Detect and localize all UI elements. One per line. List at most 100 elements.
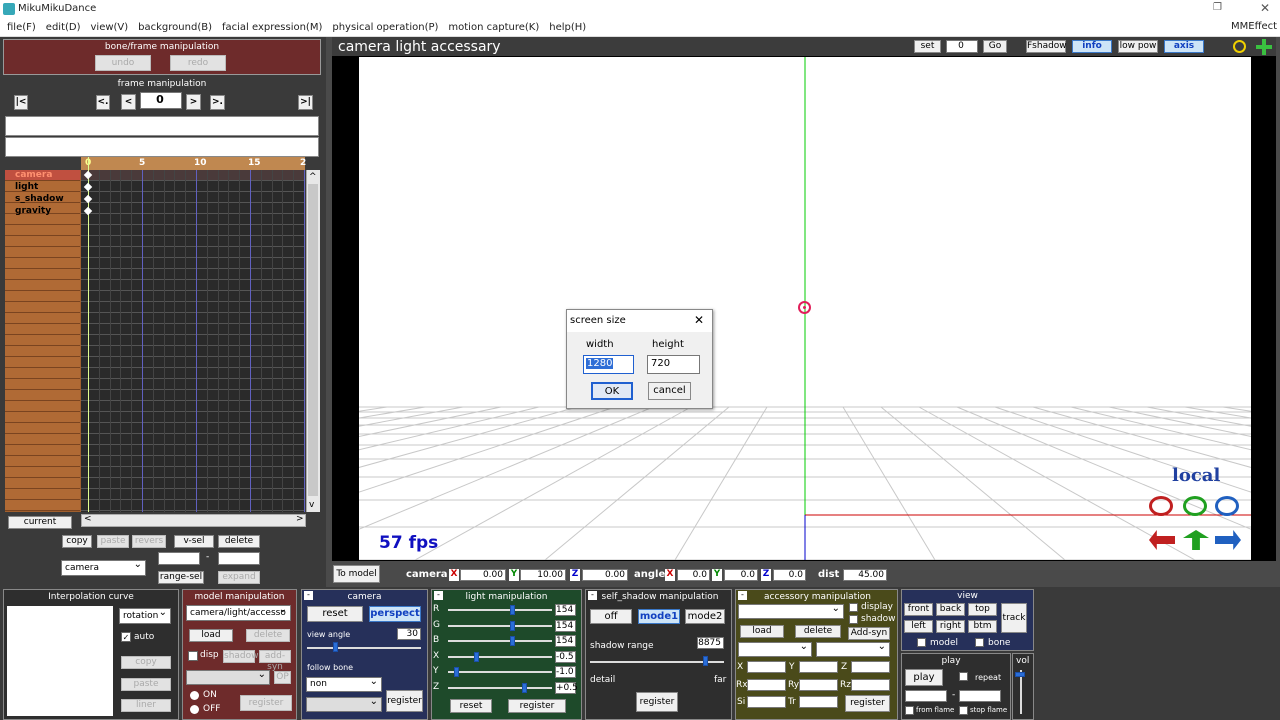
v-sel-button[interactable]: v-sel [174, 535, 214, 548]
off-radio[interactable] [190, 705, 199, 714]
range-end-input[interactable] [218, 552, 260, 565]
display-checkbox[interactable] [849, 603, 858, 612]
timeline-label-row[interactable] [5, 500, 80, 511]
acc-rx-input[interactable] [747, 679, 786, 691]
timeline-label-row[interactable] [5, 335, 80, 346]
volume-knob[interactable] [1015, 672, 1025, 677]
model-register-button[interactable]: register [240, 695, 292, 711]
model-delete-button[interactable]: delete [246, 629, 290, 642]
timeline-label-row[interactable] [5, 423, 80, 434]
light-b-knob[interactable] [510, 636, 515, 646]
go-button[interactable]: Go [983, 40, 1007, 53]
model-addsyn-button[interactable]: add-syn [259, 650, 291, 672]
current-button[interactable]: current [8, 516, 72, 529]
rotate-y-icon[interactable] [1183, 496, 1207, 516]
timeline-label-row[interactable] [5, 324, 80, 335]
repeat-checkbox[interactable] [959, 672, 968, 681]
timeline-label-row[interactable] [5, 236, 80, 247]
timeline-vthumb[interactable] [308, 184, 318, 496]
timeline-label-row[interactable] [5, 357, 80, 368]
view-right-button[interactable]: right [936, 620, 965, 633]
mode1-button[interactable]: mode1 [638, 609, 680, 624]
light-x-knob[interactable] [474, 651, 479, 662]
acc-x-input[interactable] [747, 661, 786, 673]
model-select[interactable]: camera/light/accesso [186, 603, 291, 621]
timeline-label-row[interactable] [5, 302, 80, 313]
model-load-button[interactable]: load [189, 629, 233, 642]
disp-checkbox[interactable] [188, 651, 198, 661]
interp-copy-button[interactable]: copy [121, 656, 171, 669]
light-reset-button[interactable]: reset [450, 699, 492, 713]
set-button[interactable]: set [914, 40, 941, 53]
camera-register-button[interactable]: register [386, 690, 423, 712]
light-y-input[interactable]: -1.0 [555, 666, 576, 678]
acc-delete-button[interactable]: delete [795, 625, 841, 638]
cam-z-input[interactable]: 0.00 [582, 569, 628, 581]
scroll-up-icon[interactable]: ^ [309, 172, 317, 182]
view-angle-input[interactable]: 30 [397, 628, 421, 640]
view-model-checkbox[interactable] [917, 638, 926, 647]
timeline-label-row[interactable] [5, 225, 80, 236]
go-frame-input[interactable]: 0 [946, 40, 978, 53]
revers-button[interactable]: revers [132, 535, 166, 548]
hscroll-right-icon[interactable]: > [296, 514, 304, 524]
height-input[interactable]: 720 [647, 355, 700, 374]
camera-center-target[interactable] [798, 301, 811, 314]
timeline-label-row[interactable] [5, 258, 80, 269]
op-button[interactable]: OP [274, 671, 291, 684]
camera-reset-button[interactable]: reset [307, 606, 363, 622]
timeline-label-row[interactable] [5, 379, 80, 390]
play-to-input[interactable] [959, 690, 1001, 702]
play-from-input[interactable] [905, 690, 947, 702]
acc-si-input[interactable] [747, 696, 786, 708]
light-g-input[interactable]: 154 [555, 619, 576, 632]
acc-z-input[interactable] [851, 661, 890, 673]
menu-item-4[interactable]: facial expression(M) [217, 19, 327, 36]
timeline-label-row[interactable] [5, 346, 80, 357]
angle-y-input[interactable]: 0.0 [724, 569, 758, 581]
cam-y-input[interactable]: 10.00 [520, 569, 566, 581]
light-z-input[interactable]: +0.5 [555, 681, 578, 694]
to-model-button[interactable]: To model [333, 565, 380, 583]
accessory-select[interactable] [738, 602, 844, 619]
info-button[interactable]: info [1072, 40, 1112, 53]
restore-button[interactable]: ❐ [1213, 2, 1222, 13]
timeline-label-row[interactable] [5, 412, 80, 423]
on-radio[interactable] [190, 691, 199, 700]
close-button[interactable]: ✕ [1260, 1, 1270, 15]
light-r-slider[interactable] [448, 609, 552, 611]
camera-select[interactable]: camera [61, 558, 146, 576]
model-op-select[interactable] [186, 668, 270, 685]
acc-register-button[interactable]: register [845, 695, 890, 712]
model-shadow-button[interactable]: shadow [223, 650, 259, 663]
expand-button[interactable]: expand [218, 571, 260, 584]
first-frame-button[interactable]: |< [14, 95, 28, 110]
acc-addsyn-button[interactable]: Add-syn [848, 627, 890, 640]
acc-ry-input[interactable] [799, 679, 838, 691]
rotate-z-icon[interactable] [1215, 496, 1239, 516]
liner-button[interactable]: liner [121, 699, 171, 712]
redo-button[interactable]: redo [170, 55, 226, 71]
view-angle-slider[interactable] [307, 647, 421, 649]
angle-z-input[interactable]: 0.0 [773, 569, 806, 581]
frame-number-input[interactable]: 0 [140, 92, 182, 109]
timeline-label-row[interactable] [5, 434, 80, 445]
delete-frame-button[interactable]: delete [218, 535, 260, 548]
prev-key-button[interactable]: <. [96, 95, 110, 110]
range-sel-button[interactable]: range-sel [158, 571, 204, 584]
view-angle-knob[interactable] [333, 642, 338, 652]
timeline-label-row[interactable] [5, 456, 80, 467]
menu-item-5[interactable]: physical operation(P) [327, 19, 443, 36]
rotate-x-icon[interactable] [1149, 496, 1173, 516]
rotation-select[interactable]: rotation [119, 606, 171, 624]
zoom-icon[interactable] [1233, 40, 1246, 53]
follow-bone-select[interactable]: non [306, 675, 382, 692]
light-x-input[interactable]: -0.5 [555, 650, 576, 663]
undo-button[interactable]: undo [95, 55, 151, 71]
timeline-label-row[interactable] [5, 291, 80, 302]
acc-y-input[interactable] [799, 661, 838, 673]
timeline-label-row[interactable] [5, 368, 80, 379]
light-g-slider[interactable] [448, 624, 552, 627]
axis-button[interactable]: axis [1164, 40, 1204, 53]
view-top-button[interactable]: top [968, 603, 997, 616]
